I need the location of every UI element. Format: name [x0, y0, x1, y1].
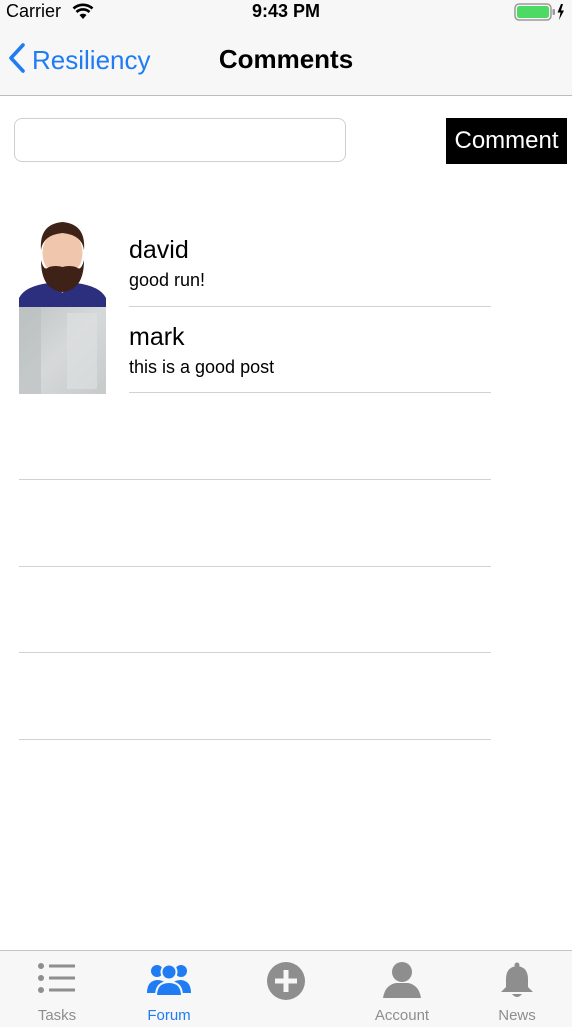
comment-author: david — [129, 236, 189, 264]
tab-forum[interactable]: Forum — [112, 951, 226, 1027]
tab-bar: Tasks Forum Account News — [0, 950, 572, 1027]
tab-news[interactable]: News — [460, 951, 572, 1027]
tab-label: Forum — [147, 1007, 191, 1024]
tab-label: Tasks — [37, 1007, 77, 1024]
battery-icon — [514, 3, 566, 26]
comment-row[interactable]: david good run! — [0, 220, 572, 307]
row-divider — [19, 739, 491, 740]
comment-text: this is a good post — [129, 357, 275, 377]
comment-row[interactable]: mark this is a good post — [0, 307, 572, 394]
navigation-bar: Resiliency Comments — [0, 24, 572, 96]
row-divider — [19, 566, 491, 567]
page-title: Comments — [218, 44, 354, 74]
row-divider — [19, 479, 491, 480]
comment-text: good run! — [129, 270, 206, 290]
tab-tasks[interactable]: Tasks — [0, 951, 114, 1027]
row-divider — [129, 392, 491, 393]
avatar — [19, 307, 106, 394]
tab-label: News — [498, 1007, 536, 1024]
row-divider — [19, 652, 491, 653]
tab-account[interactable]: Account — [345, 951, 459, 1027]
comment-author: mark — [129, 323, 185, 351]
status-time: 9:43 PM — [251, 1, 321, 21]
tab-add[interactable] — [229, 951, 343, 1027]
comment-button[interactable]: Comment — [446, 118, 567, 164]
avatar — [19, 220, 106, 307]
comment-input[interactable] — [14, 118, 346, 162]
tab-label: Account — [374, 1007, 430, 1024]
status-bar: Carrier 9:43 PM — [0, 0, 572, 24]
